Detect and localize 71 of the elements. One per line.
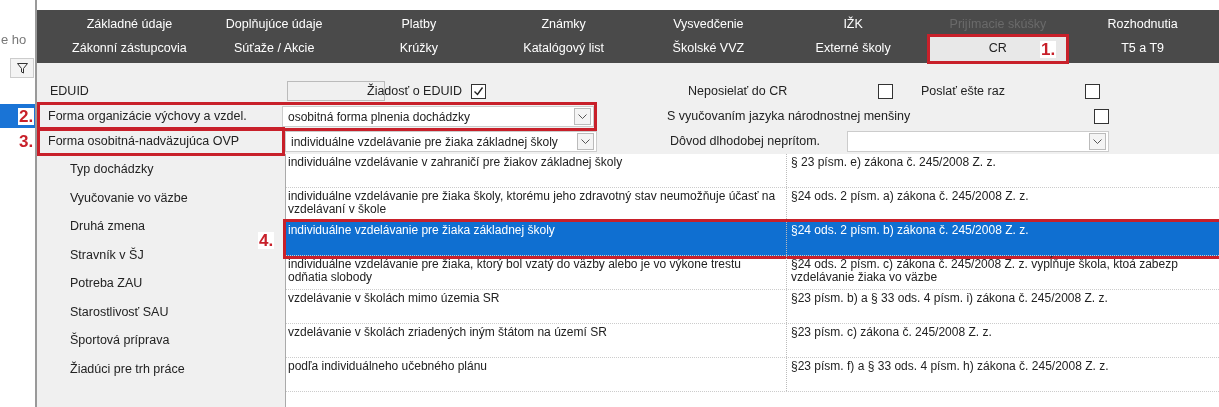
field-label: Športová príprava [70, 333, 170, 349]
special-combobox[interactable]: individuálne vzdelávanie pre žiaka základnej školy [285, 131, 597, 152]
option-law-text: §23 písm. b) a § 33 ods. 4 písm. i) zákona č. 245/2008 Z. z. [786, 290, 1219, 323]
field-label: Žiadúci pre trh práce [70, 361, 185, 377]
tab[interactable]: Základné údaje [61, 12, 198, 37]
option-form-text: individuálne vzdelávanie pre žiaka, ktorý bol vzatý do väzby alebo je vo výkone trestu odňatia slobody [287, 256, 742, 286]
option-form-text: individuálne vzdelávanie v zahraničí pre žiakov základnej školy [287, 154, 624, 171]
tab[interactable]: Zákonní zástupcovia [61, 36, 198, 61]
field-label: Forma organizácie výchovy a vzdel. [47, 108, 248, 126]
tab[interactable]: Školské VVZ [640, 36, 777, 61]
field-label: Vyučovanie vo väzbe [70, 190, 188, 206]
option-law-text: §24 ods. 2 písm. b) zákona č. 245/2008 Z. z. [786, 222, 1219, 255]
annotation-number: 4. [258, 232, 275, 249]
option-law-text: § 23 písm. e) zákona č. 245/2008 Z. z. [786, 154, 1219, 187]
field-label: Forma osobitná-nadväzujúca OVP [47, 133, 240, 151]
form-combobox[interactable]: osobitná forma plnenia dochádzky [282, 106, 594, 127]
checkbox[interactable] [878, 83, 893, 99]
side-panel-text: e ho [0, 31, 28, 49]
field-label: Stravník v ŠJ [70, 247, 144, 263]
dropdown-option[interactable]: individuálne vzdelávanie v zahraničí pre žiakov základnej školy § 23 písm. e) zákona č. 245/2008 Z. z. [286, 154, 1219, 188]
checkbox-label: Neposielať do CR [688, 82, 789, 100]
field-label: Starostlivosť SAU [70, 304, 169, 320]
tab[interactable]: Známky [495, 12, 632, 37]
checkbox-label: Žiadosť o EDUID [366, 82, 462, 100]
checkbox[interactable] [1094, 109, 1109, 124]
field-label: Druhá zmena [70, 219, 146, 235]
dropdown-option[interactable]: podľa individuálneho učebného plánu §23 písm. f) a § 33 ods. 4 písm. h) zákona č. 245/2008 Z. z. [286, 358, 1219, 392]
tab[interactable]: Doplňujúce údaje [205, 12, 343, 37]
option-law-text: §23 písm. c) zákona č. 245/2008 Z. z. [786, 324, 1219, 357]
combobox-value: osobitná forma plnenia dochádzky [288, 108, 471, 126]
tab[interactable]: Rozhodnutia [1074, 12, 1211, 37]
field-label: Dôvod dlhodobej neprítom. [670, 133, 822, 151]
check-icon [473, 85, 484, 97]
tab[interactable]: IŽK [784, 12, 922, 37]
tab[interactable]: T5 a T9 [1074, 36, 1211, 61]
option-form-text: vzdelávanie v školách mimo územia SR [287, 290, 501, 307]
tab[interactable]: Krúžky [350, 36, 488, 61]
tab[interactable]: Platby [350, 12, 488, 37]
option-law-text: §23 písm. f) a § 33 ods. 4 písm. h) zákona č. 245/2008 Z. z. [786, 358, 1219, 391]
chevron-down-icon [581, 138, 590, 145]
dropdown-option[interactable]: vzdelávanie v školách mimo územia SR §23 písm. b) a § 33 ods. 4 písm. i) zákona č. 245/2008 Z. z. [286, 290, 1219, 324]
field-label: Potreba ZAU [70, 276, 143, 292]
combobox-value: individuálne vzdelávanie pre žiaka základnej školy [291, 133, 558, 151]
tab[interactable]: Vysvedčenie [640, 12, 777, 37]
option-form-text: individuálne vzdelávanie pre žiaka základnej školy [287, 222, 556, 239]
option-law-text: §24 ods. 2 písm. c) zákona č. 245/2008 Z. z. vypĺňuje škola, ktoá zabezp vzdelávanie žiaka vo väzbe [786, 256, 1219, 289]
annotation-number: 1. [1040, 40, 1057, 58]
annotation-number: 3. [18, 133, 35, 150]
field-label: EDUID [49, 82, 90, 100]
option-form-text: vzdelávanie v školách zriadených iným štátom na území SR [287, 324, 608, 341]
checkbox[interactable] [1085, 83, 1100, 99]
option-form-text: podľa individuálneho učebného plánu [287, 358, 488, 375]
dropdown-arrow-button[interactable] [577, 133, 594, 150]
dropdown-option[interactable] [286, 256, 1219, 290]
filter-button[interactable] [10, 58, 34, 78]
checkbox-label: Poslať ešte raz [921, 82, 1006, 100]
option-form-text: individuálne vzdelávanie pre žiaka školy, ktorému jeho zdravotný stav neumožňuje účasť na vzdelávaní v škole [287, 188, 777, 218]
checkbox[interactable] [471, 83, 486, 99]
dropdown-option[interactable]: vzdelávanie v školách zriadených iným štátom na území SR §23 písm. c) zákona č. 245/2008 Z. z. [286, 324, 1219, 358]
checkbox-label: S vyučovaním jazyka národnostnej menšiny [667, 108, 912, 126]
annotation-number: 2. [18, 108, 35, 125]
tab[interactable]: Externé školy [784, 36, 922, 61]
chevron-down-icon [1093, 138, 1102, 145]
chevron-down-icon [578, 113, 587, 120]
dropdown-arrow-button[interactable] [1089, 133, 1106, 150]
tab[interactable]: CR 1. [929, 36, 1067, 61]
field-label: Typ dochádzky [70, 162, 154, 178]
filter-icon [16, 62, 28, 74]
tab[interactable]: Katalógový list [495, 36, 632, 61]
tab[interactable]: Súťaže / Akcie [205, 36, 343, 61]
dropdown-arrow-button[interactable] [574, 108, 591, 125]
